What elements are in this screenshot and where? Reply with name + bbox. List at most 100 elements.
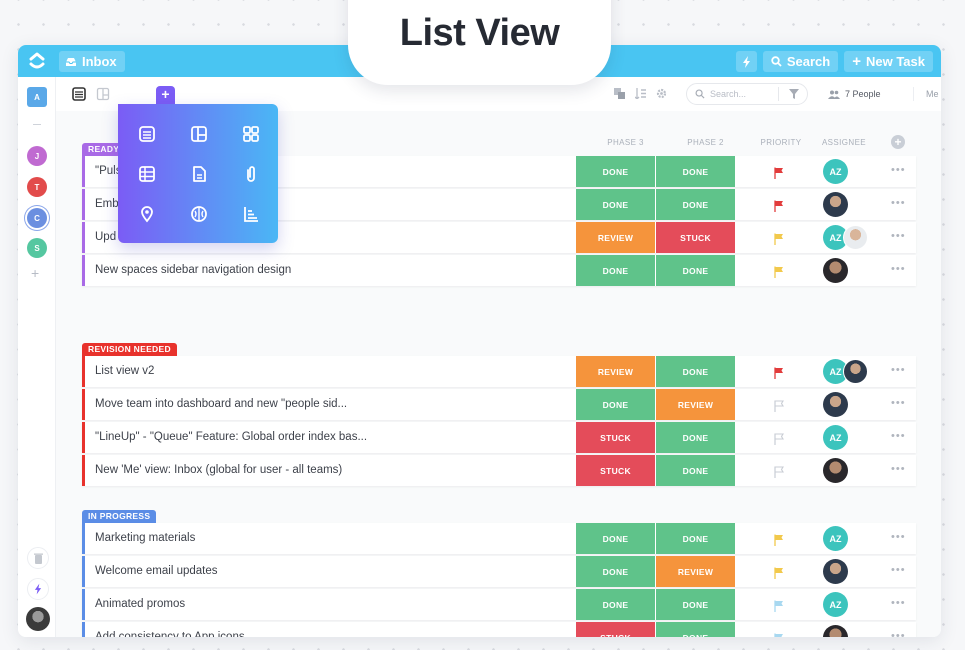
automation-sidebar-button[interactable] (27, 578, 49, 600)
assignee-avatar[interactable]: AZ (823, 592, 848, 617)
map-pin-icon[interactable] (138, 205, 156, 223)
column-header-assignee[interactable]: ASSIGNEE (818, 138, 870, 147)
task-search-input[interactable]: Search... (686, 83, 808, 105)
more-options-icon[interactable]: ••• (891, 531, 906, 543)
task-row[interactable]: New spaces sidebar navigation design DONE… (82, 255, 916, 286)
phase3-status[interactable]: DONE (576, 589, 655, 620)
assignee-group[interactable]: AZ (823, 425, 848, 450)
priority-flag-icon[interactable] (773, 432, 785, 445)
task-row[interactable]: New 'Me' view: Inbox (global for user - … (82, 455, 916, 486)
column-header-phase3[interactable]: PHASE 3 (586, 138, 665, 147)
member-avatar-j[interactable]: J (27, 146, 47, 166)
task-name[interactable]: Add consistency to App icons (95, 631, 245, 637)
assignee-group[interactable]: AZ (823, 159, 848, 184)
assignee-avatar[interactable] (823, 559, 848, 584)
task-name[interactable]: New spaces sidebar navigation design (95, 264, 291, 276)
mind-map-icon[interactable] (190, 205, 208, 223)
more-options-icon[interactable]: ••• (891, 397, 906, 409)
add-member-icon[interactable]: + (31, 265, 39, 281)
group-label[interactable]: IN PROGRESS (82, 510, 157, 523)
subtasks-icon[interactable] (614, 88, 625, 99)
assignee-avatar[interactable]: AZ (823, 425, 848, 450)
phase2-status[interactable]: DONE (656, 422, 735, 453)
priority-flag-icon[interactable] (773, 599, 785, 612)
task-row[interactable]: Welcome email updates DONE REVIEW ••• (82, 556, 916, 587)
group-label[interactable]: REVISION NEEDED (82, 343, 177, 356)
priority-flag-icon[interactable] (773, 632, 785, 637)
assignee-group[interactable]: AZ (823, 225, 868, 250)
priority-flag-icon[interactable] (773, 265, 785, 278)
assignee-group[interactable] (823, 625, 848, 637)
phase2-status[interactable]: DONE (656, 523, 735, 554)
assignee-group[interactable] (823, 559, 848, 584)
column-header-priority[interactable]: PRIORITY (756, 138, 806, 147)
assignee-avatar[interactable]: AZ (823, 159, 848, 184)
assignee-group[interactable]: AZ (823, 592, 848, 617)
people-filter[interactable]: 7 People (828, 89, 881, 99)
phase3-status[interactable]: STUCK (576, 422, 655, 453)
task-name[interactable]: Emb (95, 198, 119, 210)
member-avatar-c[interactable]: C (27, 208, 47, 228)
attachment-icon[interactable] (242, 165, 260, 183)
task-name[interactable]: Marketing materials (95, 532, 195, 544)
priority-flag-icon[interactable] (773, 232, 785, 245)
task-name[interactable]: Upd (95, 231, 116, 243)
task-row[interactable]: List view v2 REVIEW DONE AZ ••• (82, 356, 916, 387)
task-row[interactable]: Add consistency to App icons STUCKDONE ••• (82, 622, 916, 637)
more-options-icon[interactable]: ••• (891, 364, 906, 376)
list-view-icon[interactable] (138, 125, 156, 143)
assignee-group[interactable] (823, 258, 848, 283)
task-name[interactable]: "LineUp" - "Queue" Feature: Global order… (95, 431, 367, 443)
workspace-avatar[interactable]: A (27, 87, 47, 107)
phase2-status[interactable]: REVIEW (656, 556, 735, 587)
task-name[interactable]: New 'Me' view: Inbox (global for user - … (95, 464, 342, 476)
settings-gear-icon[interactable] (656, 88, 667, 99)
task-row[interactable]: Move team into dashboard and new "people… (82, 389, 916, 420)
phase2-status[interactable]: REVIEW (656, 389, 735, 420)
gantt-chart-icon[interactable] (242, 205, 260, 223)
assignee-avatar[interactable] (823, 192, 848, 217)
member-avatar-s[interactable]: S (27, 238, 47, 258)
phase2-status[interactable]: DONE (656, 589, 735, 620)
priority-flag-icon[interactable] (773, 566, 785, 579)
phase3-status[interactable]: DONE (576, 189, 655, 220)
task-row[interactable]: Marketing materials DONE DONE AZ ••• (82, 523, 916, 554)
assignee-avatar[interactable] (843, 359, 868, 384)
trash-button[interactable] (27, 547, 49, 569)
phase3-status[interactable]: DONE (576, 156, 655, 187)
phase3-status[interactable]: DONE (576, 255, 655, 286)
assignee-avatar[interactable] (823, 625, 848, 637)
member-avatar-t[interactable]: T (27, 177, 47, 197)
assignee-avatar[interactable] (823, 392, 848, 417)
more-options-icon[interactable]: ••• (891, 263, 906, 275)
task-row[interactable]: Animated promos DONE DONE AZ ••• (82, 589, 916, 620)
doc-view-icon[interactable] (190, 165, 208, 183)
task-name[interactable]: List view v2 (95, 365, 154, 377)
add-column-button[interactable]: + (891, 135, 905, 149)
automation-button[interactable] (735, 51, 757, 72)
phase3-status[interactable]: DONE (576, 556, 655, 587)
assignee-group[interactable] (823, 392, 848, 417)
assignee-avatar[interactable] (843, 225, 868, 250)
board-view-icon[interactable] (96, 87, 110, 101)
assignee-group[interactable] (823, 458, 848, 483)
more-options-icon[interactable]: ••• (891, 164, 906, 176)
assignee-group[interactable]: AZ (823, 526, 848, 551)
more-options-icon[interactable]: ••• (891, 630, 906, 637)
phase2-status[interactable]: DONE (656, 255, 735, 286)
box-view-icon[interactable] (242, 125, 260, 143)
more-options-icon[interactable]: ••• (891, 430, 906, 442)
assignee-group[interactable]: AZ (823, 359, 868, 384)
priority-flag-icon[interactable] (773, 366, 785, 379)
me-filter[interactable]: Me (926, 89, 939, 99)
phase2-status[interactable]: DONE (656, 622, 735, 637)
phase3-status[interactable]: DONE (576, 523, 655, 554)
priority-flag-icon[interactable] (773, 465, 785, 478)
inbox-button[interactable]: Inbox (59, 51, 125, 72)
assignee-avatar[interactable] (823, 458, 848, 483)
phase3-status[interactable]: STUCK (576, 455, 655, 486)
filter-icon[interactable] (789, 89, 799, 99)
more-options-icon[interactable]: ••• (891, 597, 906, 609)
phase2-status[interactable]: STUCK (656, 222, 735, 253)
board-view-icon[interactable] (190, 125, 208, 143)
